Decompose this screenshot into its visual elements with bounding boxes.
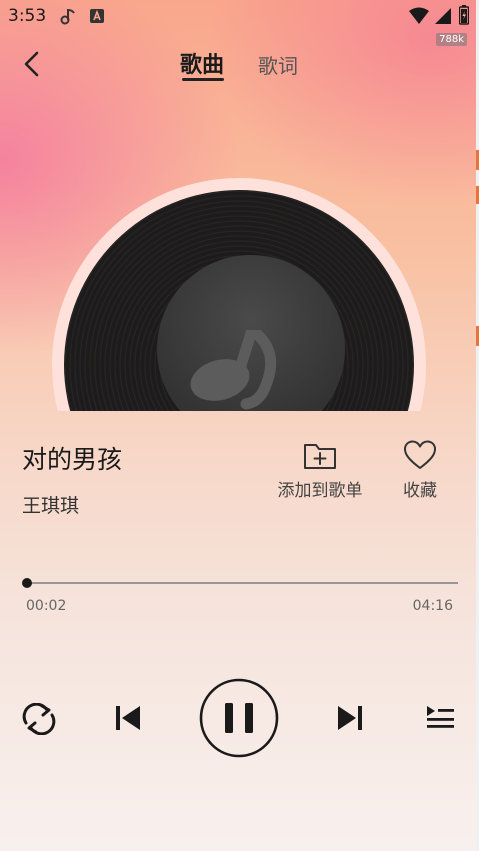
wifi-icon — [408, 7, 430, 29]
music-note-icon — [190, 330, 277, 410]
pause-button[interactable] — [199, 678, 279, 762]
current-time: 00:02 — [26, 598, 67, 614]
music-app-icon — [58, 6, 78, 30]
repeat-button[interactable] — [20, 702, 58, 739]
battery-icon — [458, 5, 470, 29]
skip-next-icon — [338, 706, 362, 730]
back-button[interactable] — [18, 50, 44, 78]
total-time: 04:16 — [412, 598, 453, 614]
playlist-button[interactable] — [424, 704, 456, 736]
artist-name[interactable]: 王琪琪 — [22, 491, 79, 518]
pause-icon — [199, 678, 279, 758]
progress-thumb[interactable] — [22, 578, 33, 588]
chevron-left-icon — [24, 51, 39, 77]
progress-track[interactable] — [24, 582, 458, 584]
favorite-label: 收藏 — [403, 481, 437, 501]
tab-lyrics[interactable]: 歌词 — [258, 50, 298, 79]
network-speed-badge: 788k — [436, 33, 467, 46]
album-disc — [52, 178, 426, 411]
playlist-icon — [427, 706, 454, 728]
favorite-button[interactable]: 收藏 — [398, 440, 442, 501]
add-to-playlist-button[interactable]: 添加到歌单 — [272, 440, 368, 501]
tab-song[interactable]: 歌曲 — [180, 47, 224, 79]
folder-plus-icon — [304, 444, 336, 469]
active-tab-indicator — [182, 78, 224, 81]
next-button[interactable] — [336, 704, 364, 736]
add-to-playlist-label: 添加到歌单 — [277, 481, 363, 501]
status-time: 3:53 — [8, 6, 47, 26]
a-app-icon — [89, 8, 105, 28]
repeat-icon — [22, 702, 56, 736]
heart-icon — [404, 440, 436, 469]
skip-previous-icon — [116, 706, 140, 730]
previous-button[interactable] — [114, 704, 142, 736]
signal-icon — [434, 7, 452, 29]
song-title: 对的男孩 — [22, 445, 123, 474]
